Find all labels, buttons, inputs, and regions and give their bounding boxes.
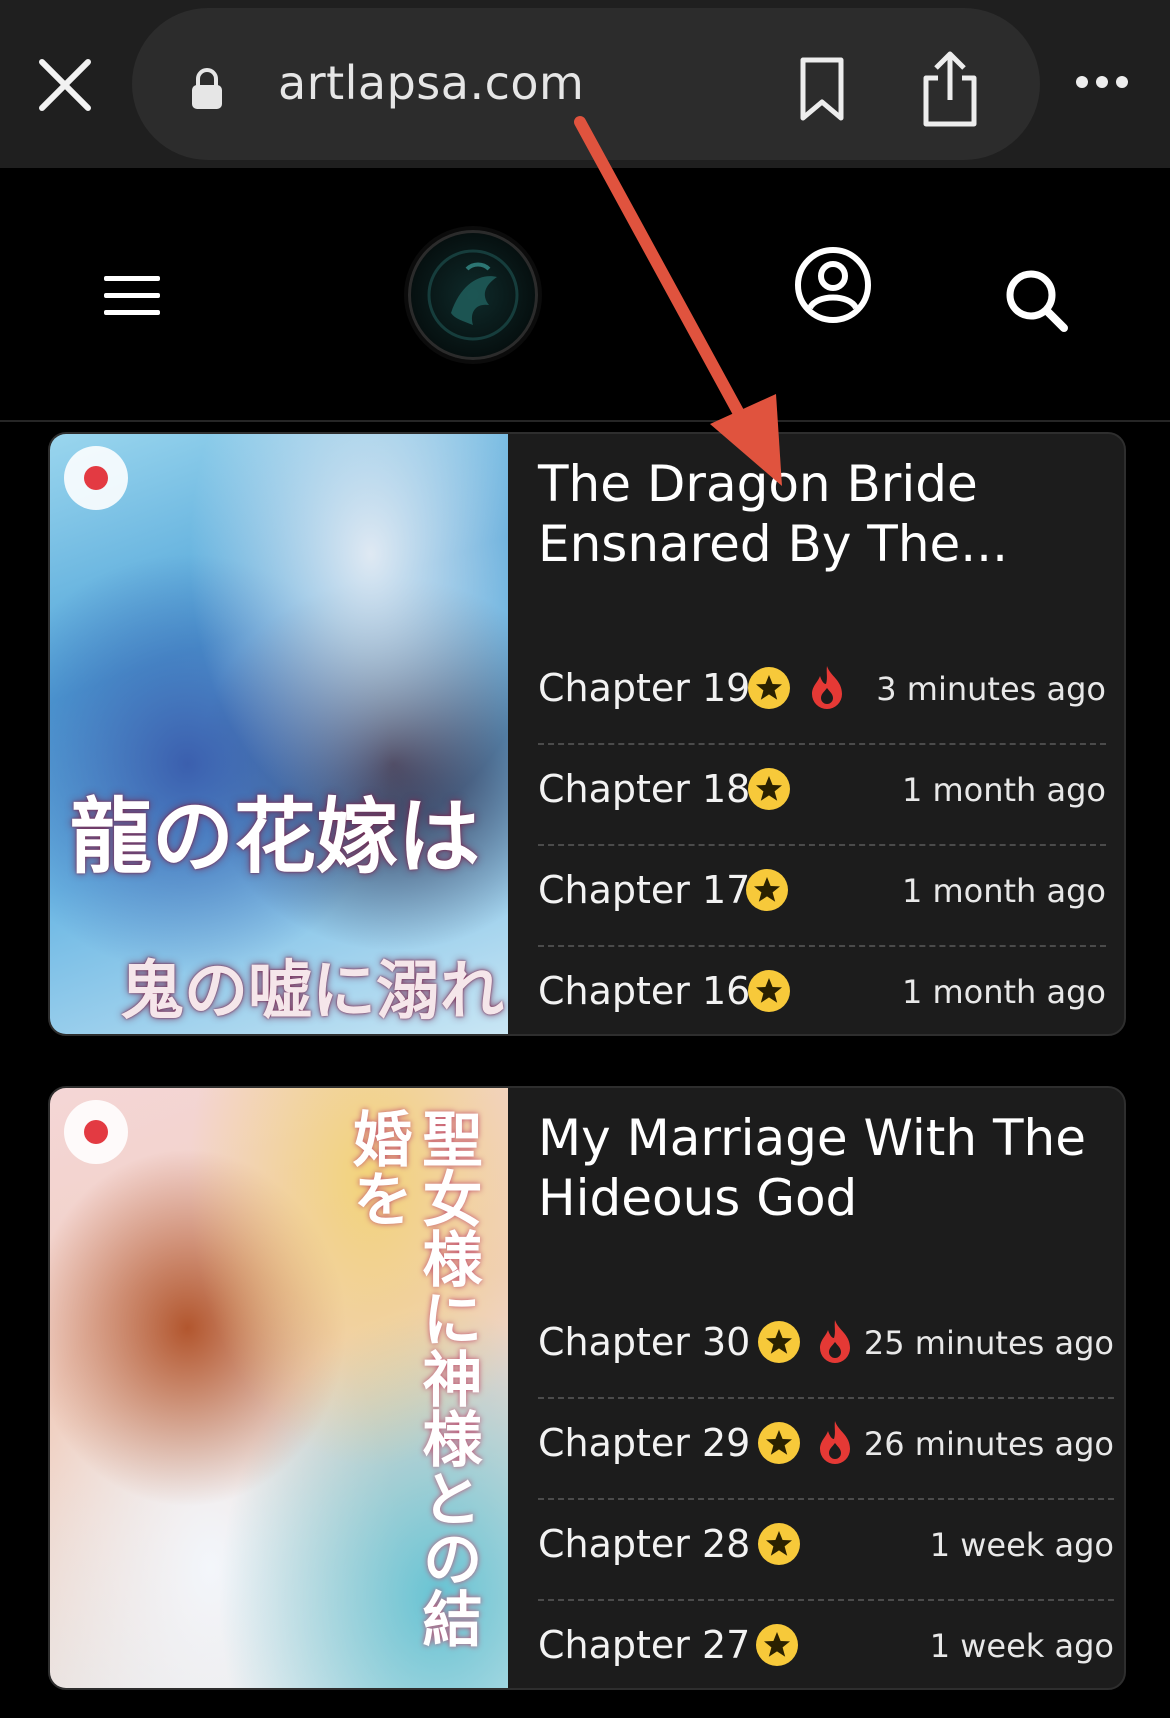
chapter-label[interactable]: Chapter 17 [538,868,750,912]
chapter-time: 25 minutes ago [863,1324,1114,1362]
close-icon[interactable] [36,56,94,114]
chapter-time: 1 week ago [929,1526,1114,1564]
share-icon[interactable] [920,48,980,128]
cover-title-text: 龍の花嫁は [70,789,481,885]
series-card[interactable]: 聖女様に神様との結婚を My Marriage With The Hideous… [48,1086,1126,1690]
chapter-label[interactable]: Chapter 28 [538,1522,750,1566]
star-icon [748,768,790,810]
chapter-label[interactable]: Chapter 18 [538,767,750,811]
annotation-arrow-icon [574,116,782,486]
chapter-time: 1 month ago [901,872,1106,910]
star-icon [756,1624,798,1666]
chapter-row[interactable]: Chapter 27 1 week ago [538,1601,1114,1688]
chapter-row[interactable]: Chapter 17 1 month ago [538,846,1106,947]
star-icon [746,869,788,911]
chapter-row[interactable]: Chapter 28 1 week ago [538,1500,1114,1601]
chapter-row[interactable]: Chapter 29 26 minutes ago [538,1399,1114,1500]
chapter-row[interactable]: Chapter 30 25 minutes ago [538,1298,1114,1399]
url-text[interactable]: artlapsa.com [278,56,584,110]
chapter-label[interactable]: Chapter 19 [538,666,750,710]
chapter-row[interactable]: Chapter 18 1 month ago [538,745,1106,846]
chapter-label[interactable]: Chapter 30 [538,1320,750,1364]
star-icon [758,1321,800,1363]
star-icon [748,667,790,709]
chapter-time: 3 minutes ago [876,670,1106,708]
fire-icon [816,1318,854,1364]
more-icon[interactable] [1074,70,1130,94]
chapter-time: 1 month ago [901,973,1106,1011]
chapter-label[interactable]: Chapter 29 [538,1421,750,1465]
chapter-time: 1 week ago [929,1627,1114,1665]
hamburger-menu-icon[interactable] [104,274,160,318]
lock-icon [190,66,224,110]
cover-title-text: 聖女様に神様との結婚を [342,1108,482,1648]
series-title[interactable]: My Marriage With The Hideous God [538,1108,1098,1228]
chapter-row[interactable]: Chapter 16 1 month ago [538,947,1106,1034]
chapter-list: Chapter 19 3 minutes ago Chapter 18 1 mo… [538,644,1106,1034]
chapter-time: 1 month ago [901,771,1106,809]
series-cover-image[interactable]: 聖女様に神様との結婚を [50,1088,508,1688]
star-icon [758,1523,800,1565]
star-icon [758,1422,800,1464]
star-icon [748,970,790,1012]
search-icon[interactable] [1004,268,1070,334]
chapter-list: Chapter 30 25 minutes ago Chapter 29 26 … [538,1298,1114,1688]
hot-indicator-icon [64,446,128,510]
series-card[interactable]: 龍の花嫁は 鬼の嘘に溺れる The Dragon Bride Ensnared … [48,432,1126,1036]
chapter-label[interactable]: Chapter 27 [538,1623,750,1667]
cover-subtitle-text: 鬼の嘘に溺れる [120,954,504,1029]
chapter-label[interactable]: Chapter 16 [538,969,750,1013]
series-cover-image[interactable]: 龍の花嫁は 鬼の嘘に溺れる [50,434,508,1034]
fire-icon [816,1419,854,1465]
hot-indicator-icon [64,1100,128,1164]
chapter-row[interactable]: Chapter 19 3 minutes ago [538,644,1106,745]
chapter-time: 26 minutes ago [863,1425,1114,1463]
fire-icon [808,664,846,710]
site-logo[interactable] [408,230,538,360]
